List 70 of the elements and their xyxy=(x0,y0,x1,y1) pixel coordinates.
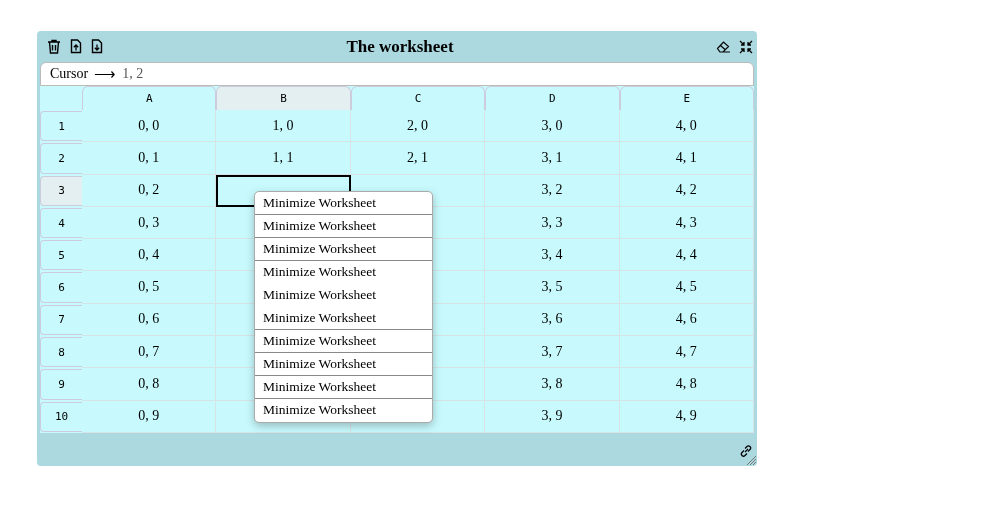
table-cell[interactable]: 4, 4 xyxy=(619,239,754,272)
table-cell[interactable]: 3, 0 xyxy=(485,110,620,143)
column-header[interactable]: A xyxy=(82,86,217,110)
cursor-position: 1, 2 xyxy=(122,66,144,82)
table-cell[interactable]: 0, 4 xyxy=(82,239,217,272)
table-cell[interactable]: 4, 9 xyxy=(619,400,754,433)
table-cell[interactable]: 0, 3 xyxy=(82,206,217,240)
resize-grip-icon[interactable] xyxy=(747,456,756,465)
table-cell[interactable]: 0, 0 xyxy=(82,110,217,143)
trash-icon[interactable] xyxy=(47,39,61,54)
menu-item[interactable]: Minimize Worksheet xyxy=(255,330,432,353)
menu-item[interactable]: Minimize Worksheet xyxy=(255,284,432,307)
table-cell[interactable]: 4, 1 xyxy=(619,142,754,175)
table-cell[interactable]: 4, 7 xyxy=(619,336,754,369)
table-cell[interactable]: 3, 6 xyxy=(485,303,620,337)
table-cell[interactable]: 0, 7 xyxy=(82,336,217,369)
window-title: The worksheet xyxy=(346,36,454,57)
table-cell[interactable]: 3, 4 xyxy=(485,239,620,272)
table-cell[interactable]: 3, 2 xyxy=(485,174,620,207)
table-cell[interactable]: 3, 7 xyxy=(485,336,620,369)
table-cell[interactable]: 2, 0 xyxy=(350,110,486,143)
row-header[interactable]: 1 xyxy=(40,111,82,142)
arrow-glyph: ⟶ xyxy=(94,65,117,83)
column-header[interactable]: D xyxy=(485,86,620,110)
table-cell[interactable]: 0, 8 xyxy=(82,368,217,401)
row-header[interactable]: 9 xyxy=(40,369,82,400)
table-cell[interactable]: 1, 0 xyxy=(216,110,351,143)
row-header[interactable]: 4 xyxy=(40,207,82,239)
row-header[interactable]: 3 xyxy=(40,175,82,206)
file-upload-icon[interactable] xyxy=(70,39,82,54)
column-header[interactable]: C xyxy=(350,86,486,110)
table-cell[interactable]: 4, 3 xyxy=(619,206,754,240)
menu-item[interactable]: Minimize Worksheet xyxy=(255,215,432,238)
table-cell[interactable]: 3, 3 xyxy=(485,206,620,240)
row-header[interactable]: 2 xyxy=(40,143,82,174)
menu-item[interactable]: Minimize Worksheet xyxy=(255,353,432,376)
eraser-icon[interactable] xyxy=(716,40,731,53)
menu-item[interactable]: Minimize Worksheet xyxy=(255,307,432,330)
table-cell[interactable]: 1, 1 xyxy=(216,142,351,175)
table-cell[interactable]: 3, 5 xyxy=(485,271,620,304)
table-cell[interactable]: 0, 1 xyxy=(82,142,217,175)
menu-item[interactable]: Minimize Worksheet xyxy=(255,376,432,399)
table-cell[interactable]: 2, 1 xyxy=(350,142,486,175)
row-header[interactable]: 8 xyxy=(40,337,82,368)
table-cell[interactable]: 4, 5 xyxy=(619,271,754,304)
cursor-label: Cursor xyxy=(50,66,89,82)
file-download-icon[interactable] xyxy=(91,39,103,54)
table-cell[interactable]: 0, 5 xyxy=(82,271,217,304)
column-header[interactable]: E xyxy=(619,86,754,110)
menu-item[interactable]: Minimize Worksheet xyxy=(255,238,432,261)
table-cell[interactable]: 0, 2 xyxy=(82,174,217,207)
table-cell[interactable]: 3, 8 xyxy=(485,368,620,401)
table-cell[interactable]: 4, 2 xyxy=(619,174,754,207)
table-cell[interactable]: 0, 6 xyxy=(82,303,217,337)
collapse-icon[interactable] xyxy=(739,39,753,54)
table-cell[interactable]: 4, 8 xyxy=(619,368,754,401)
menu-item[interactable]: Minimize Worksheet xyxy=(255,261,432,284)
table-cell[interactable]: 0, 9 xyxy=(82,400,217,433)
table-cell[interactable]: 4, 6 xyxy=(619,303,754,337)
row-header[interactable]: 10 xyxy=(40,401,82,432)
menu-item[interactable]: Minimize Worksheet xyxy=(255,399,432,422)
row-header[interactable]: 5 xyxy=(40,240,82,271)
row-header[interactable]: 6 xyxy=(40,272,82,303)
table-cell[interactable]: 4, 0 xyxy=(619,110,754,143)
row-header[interactable]: 7 xyxy=(40,304,82,336)
menu-item[interactable]: Minimize Worksheet xyxy=(255,192,432,215)
column-header[interactable]: B xyxy=(216,86,351,110)
table-cell[interactable]: 3, 9 xyxy=(485,400,620,433)
table-cell[interactable]: 3, 1 xyxy=(485,142,620,175)
link-icon[interactable] xyxy=(739,444,753,458)
